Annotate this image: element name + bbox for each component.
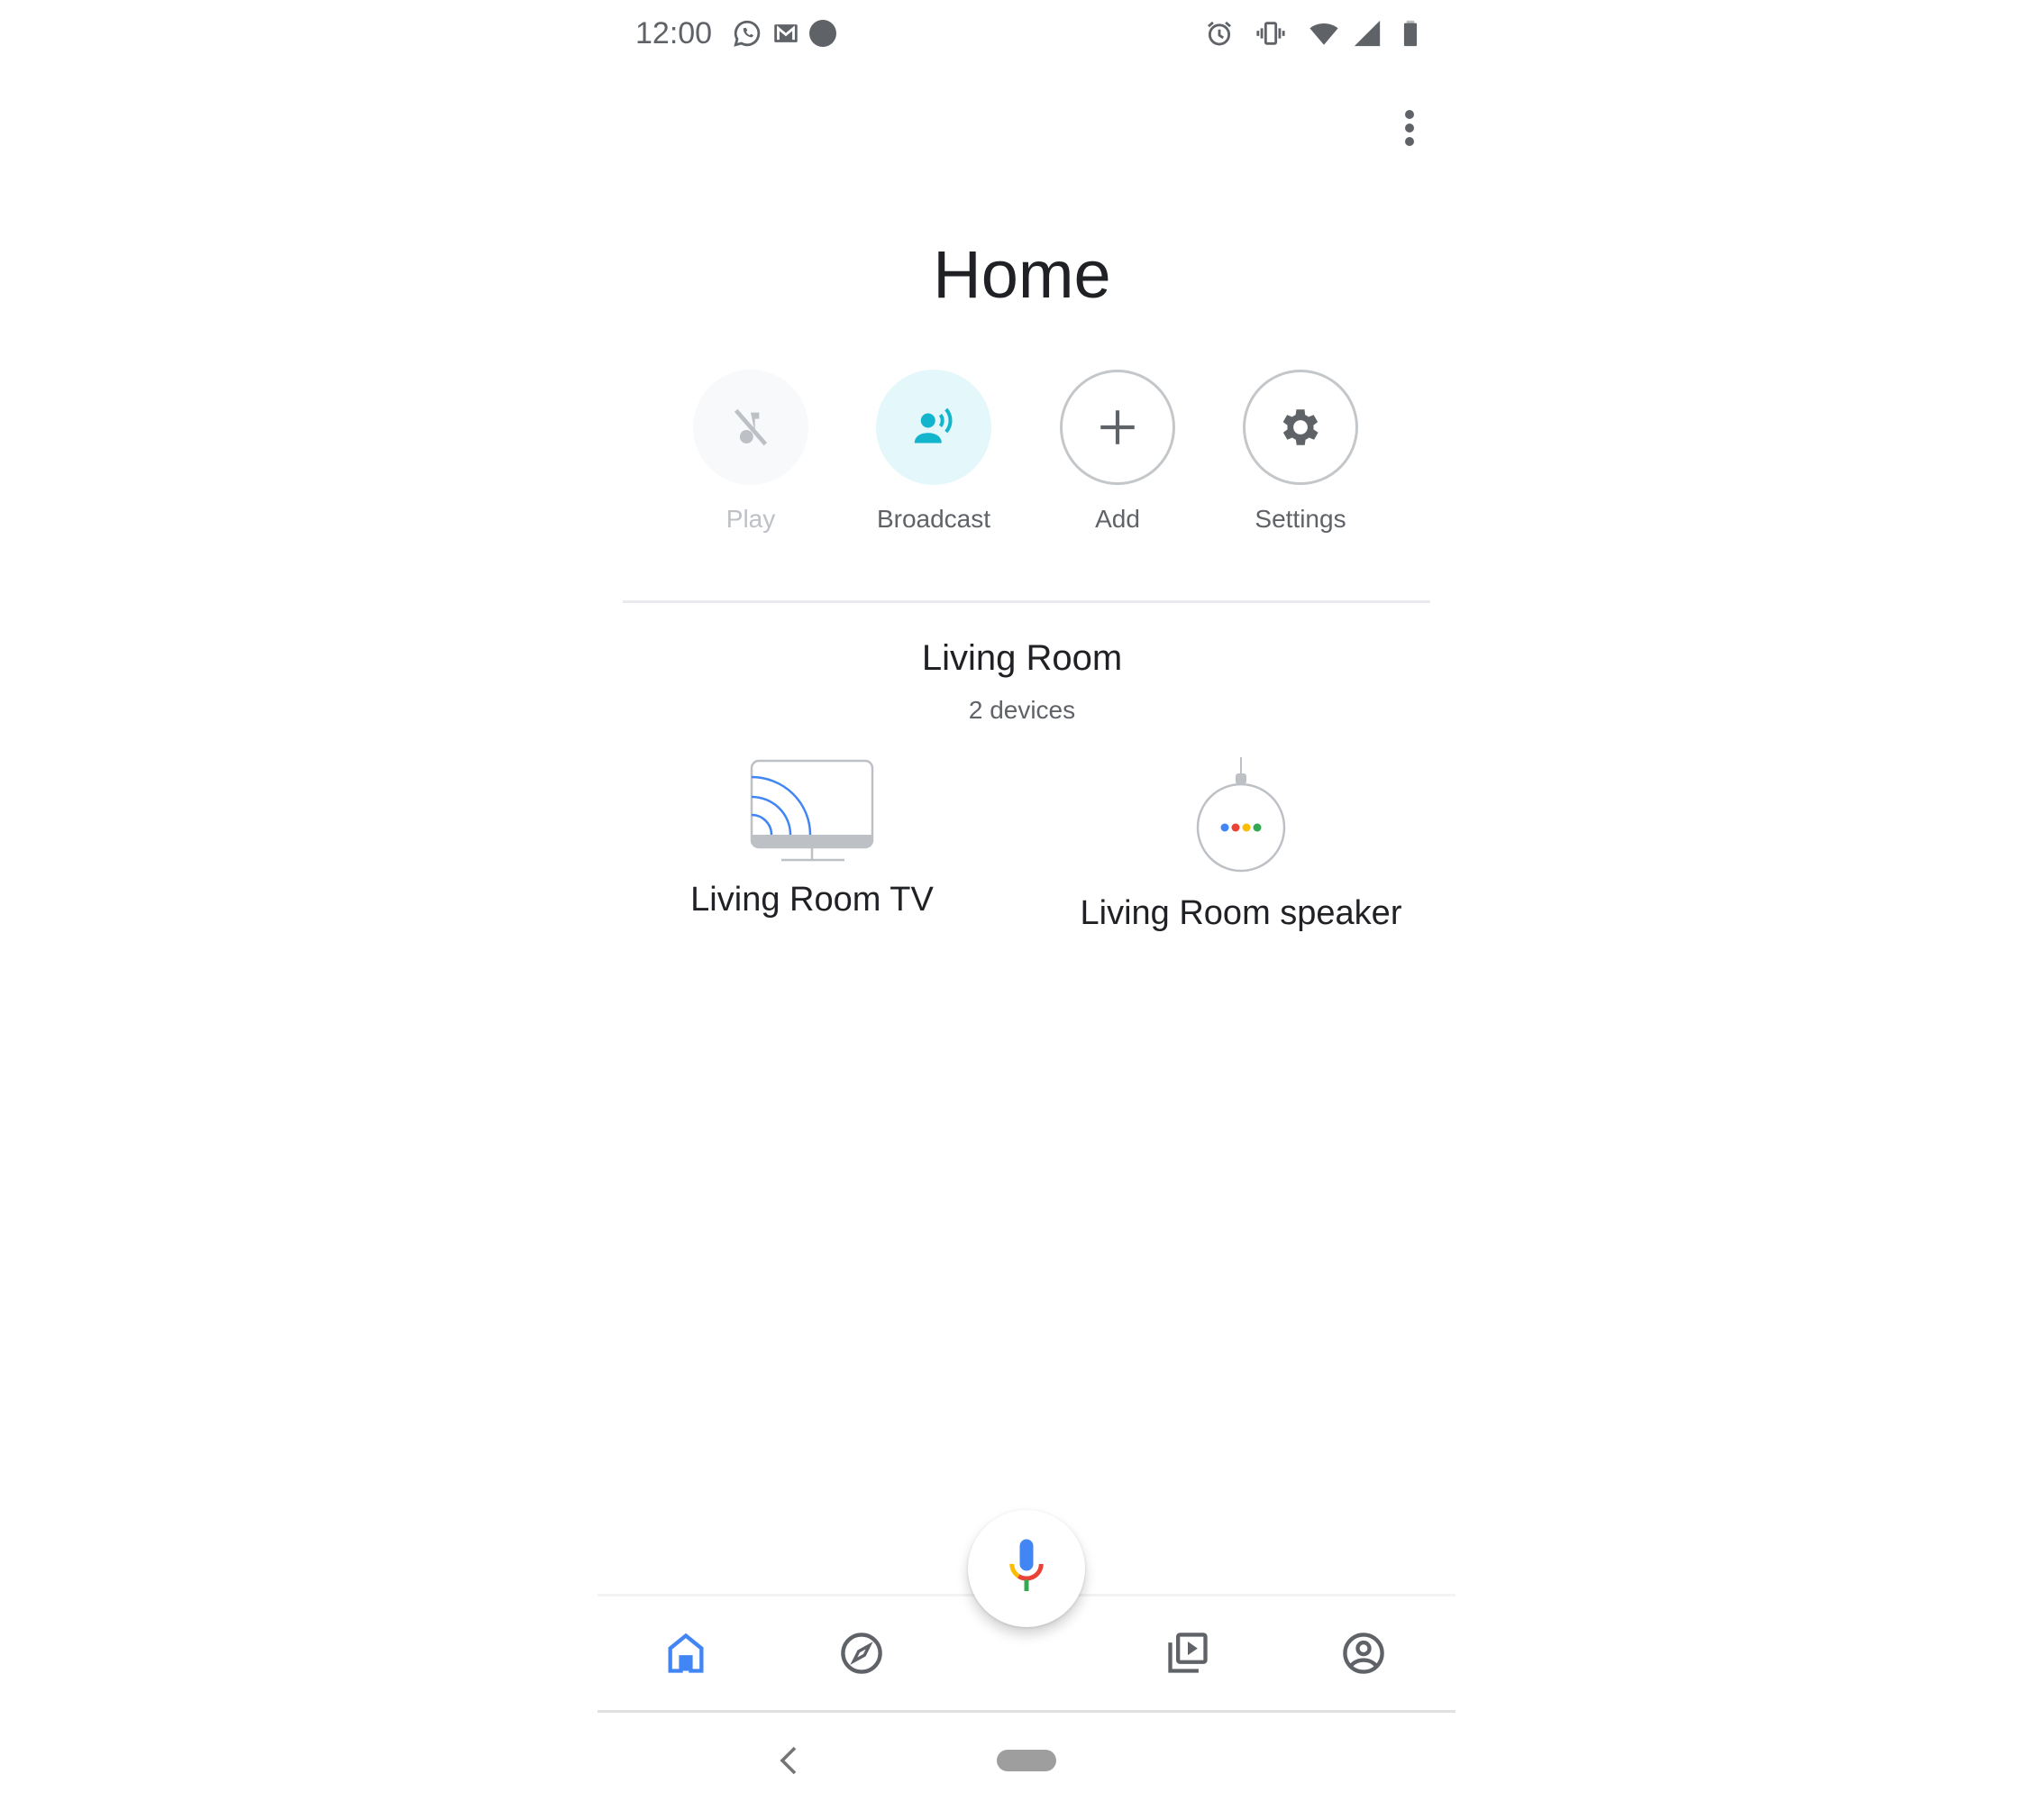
status-time: 12:00 — [635, 16, 713, 50]
vibrate-icon — [1256, 22, 1285, 45]
notification-dot-icon — [809, 20, 836, 47]
assistant-mic-button[interactable] — [968, 1510, 1085, 1627]
google-home-mini-icon — [1196, 757, 1286, 873]
nav-compass-icon[interactable] — [838, 1630, 885, 1677]
bottom-nav-bottom-border — [598, 1710, 1455, 1713]
nav-home-icon[interactable] — [662, 1630, 709, 1677]
settings-button[interactable]: Settings — [1210, 370, 1391, 534]
page-title: Home — [933, 237, 1111, 312]
device-living-room-speaker[interactable]: Living Room speaker — [1007, 757, 1475, 933]
battery-icon — [1403, 20, 1418, 47]
plus-icon — [1100, 410, 1135, 444]
system-home-pill[interactable] — [997, 1750, 1056, 1771]
broadcast-label: Broadcast — [876, 505, 991, 533]
alarm-icon — [1208, 21, 1231, 46]
device-label: Living Room speaker — [1080, 894, 1402, 932]
chromecast-tv-icon — [750, 759, 874, 862]
add-button[interactable]: Add — [1027, 370, 1208, 534]
back-chevron-icon[interactable] — [777, 1744, 800, 1777]
music-off-icon — [734, 408, 768, 446]
google-mic-icon — [1009, 1539, 1044, 1591]
signal-icon — [1354, 20, 1381, 47]
device-label: Living Room TV — [690, 881, 934, 919]
more-vert-icon — [1405, 110, 1414, 119]
gear-icon — [1282, 409, 1319, 445]
settings-label: Settings — [1255, 505, 1346, 533]
more-options-button[interactable] — [1393, 106, 1426, 153]
play-label: Play — [725, 505, 776, 533]
room-device-count: 2 devices — [968, 696, 1076, 724]
gmail-icon — [774, 24, 798, 42]
device-living-room-tv[interactable]: Living Room TV — [578, 757, 1046, 919]
nav-account-icon[interactable] — [1340, 1630, 1387, 1677]
broadcast-button[interactable]: Broadcast — [844, 370, 1024, 534]
section-divider — [623, 600, 1430, 603]
whatsapp-icon — [734, 20, 761, 47]
add-label: Add — [1095, 505, 1140, 533]
room-title: Living Room — [921, 638, 1123, 678]
wifi-icon — [1309, 23, 1338, 45]
play-button[interactable]: Play — [661, 370, 841, 534]
broadcast-icon — [914, 407, 953, 444]
nav-media-library-icon[interactable] — [1164, 1630, 1211, 1677]
